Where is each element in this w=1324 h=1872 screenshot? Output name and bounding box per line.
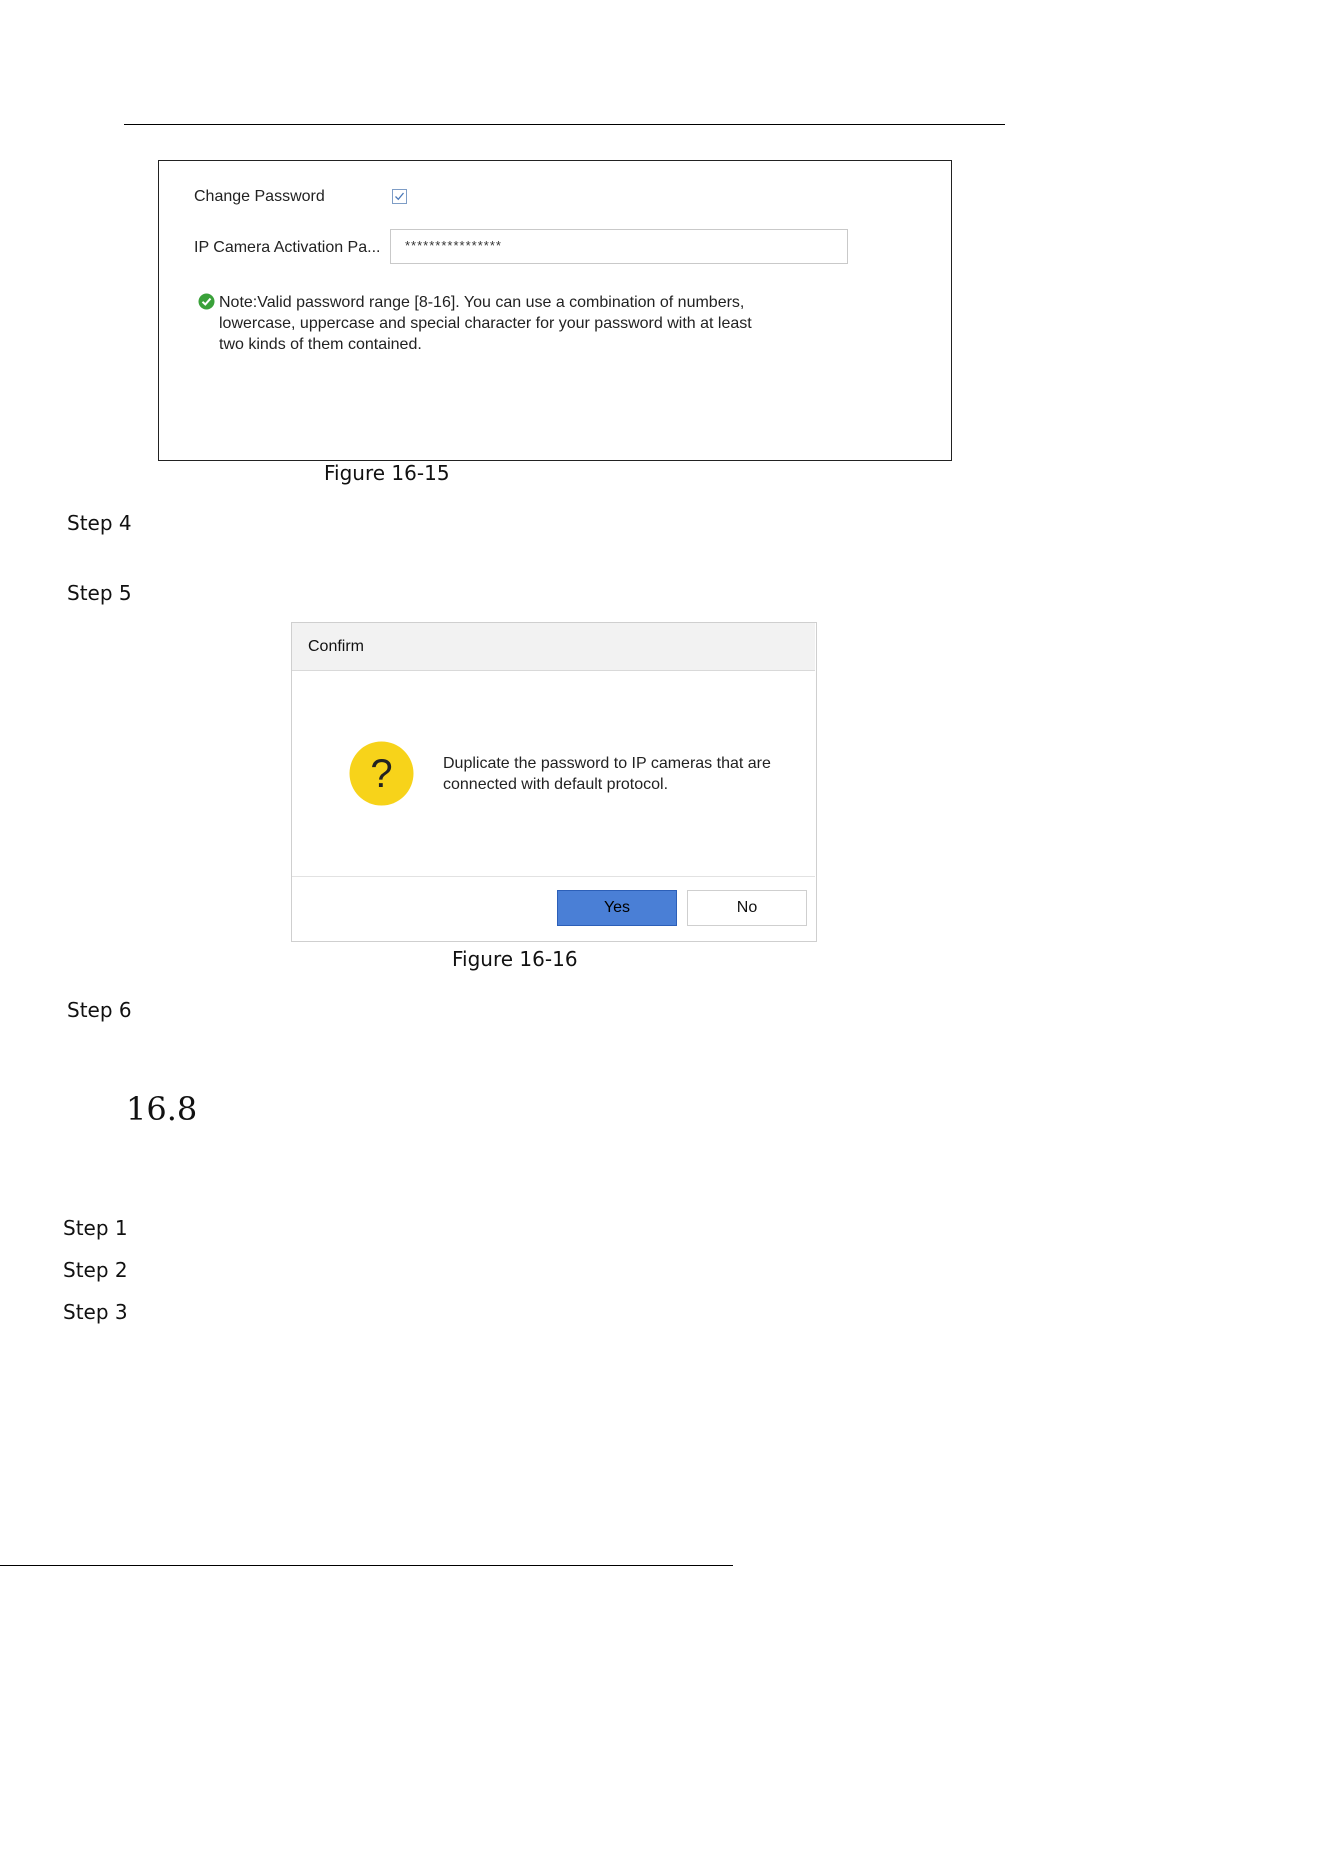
step-1: Step 1 <box>63 1216 128 1240</box>
activation-password-input[interactable]: **************** <box>390 229 848 264</box>
step-6: Step 6 <box>67 998 132 1022</box>
footer-rule <box>0 1565 733 1566</box>
figure-caption-16-16: Figure 16-16 <box>452 947 578 971</box>
dialog-message: Duplicate the password to IP cameras tha… <box>443 755 771 793</box>
section-number: 16.8 <box>126 1090 198 1128</box>
activation-password-label: IP Camera Activation Pa... <box>194 239 381 256</box>
no-button[interactable]: No <box>687 890 807 926</box>
dialog-title: Confirm <box>308 638 365 655</box>
step-3: Step 3 <box>63 1300 128 1324</box>
change-password-checkbox[interactable] <box>392 189 407 204</box>
dialog-header <box>292 623 815 671</box>
yes-button[interactable]: Yes <box>557 890 677 926</box>
check-circle-icon <box>198 293 215 310</box>
step-5: Step 5 <box>67 581 132 605</box>
checkmark-icon <box>395 192 405 201</box>
dialog-divider <box>292 876 815 877</box>
change-password-label: Change Password <box>194 188 325 205</box>
header-rule <box>124 124 1005 125</box>
password-note: Note:Valid password range [8-16]. You ca… <box>219 294 752 353</box>
question-icon: ? <box>349 741 414 806</box>
step-2: Step 2 <box>63 1258 128 1282</box>
figure-caption-16-15: Figure 16-15 <box>324 461 450 485</box>
step-4: Step 4 <box>67 511 132 535</box>
svg-text:?: ? <box>370 752 392 796</box>
